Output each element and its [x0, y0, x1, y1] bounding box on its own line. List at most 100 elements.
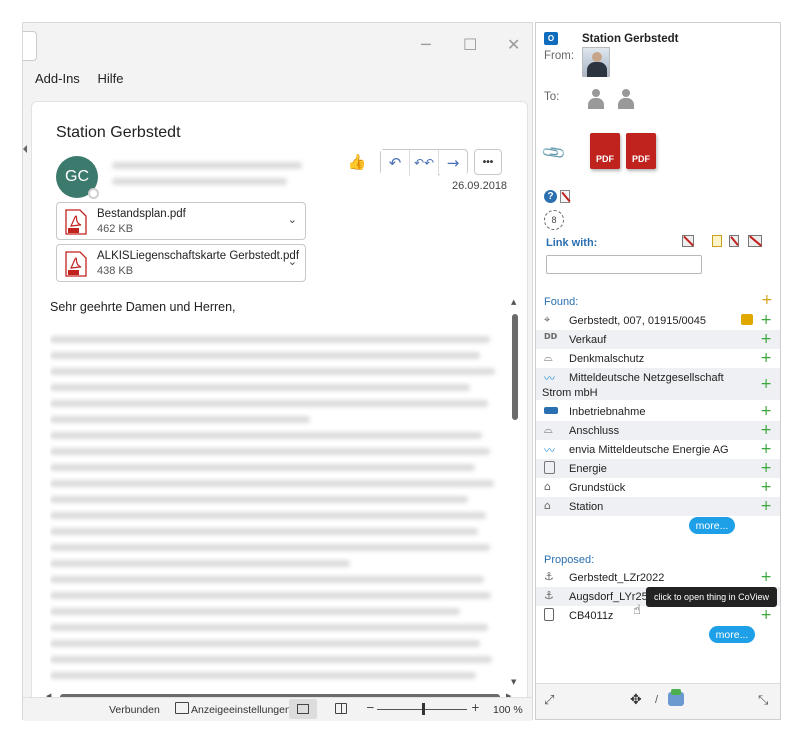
attachment-bestandsplan[interactable]: Bestandsplan.pdf 462 KB ⌄	[56, 202, 306, 240]
display-settings-button[interactable]: Anzeigeeinstellungen	[191, 704, 291, 716]
found-item-label: Mitteldeutsche Netzgesellschaft	[569, 372, 724, 384]
zoom-out-button[interactable]: −	[366, 702, 375, 714]
link-type-icon[interactable]	[682, 235, 694, 247]
add-button[interactable]: +	[760, 479, 772, 495]
search-box[interactable]	[23, 31, 37, 61]
proposed-item[interactable]: ⚓ Gerbstedt_LZr2022 +	[536, 568, 780, 587]
add-button[interactable]: +	[760, 607, 772, 623]
attachment-size: 438 KB	[97, 265, 134, 277]
move-icon[interactable]: ✥	[630, 692, 642, 708]
link-type-icon[interactable]	[748, 235, 762, 247]
coview-app-icon[interactable]	[668, 689, 684, 706]
helmet-icon: ⌓	[544, 351, 553, 364]
minimize-button[interactable]: ─	[421, 35, 431, 54]
toolbar-separator: /	[655, 694, 659, 706]
scroll-down-icon[interactable]: ▼	[511, 678, 516, 686]
collapse-icon[interactable]: ⤡	[758, 693, 768, 708]
attachment-name: Bestandsplan.pdf	[97, 208, 186, 220]
menu-add-ins[interactable]: Add-Ins	[35, 71, 80, 86]
proposed-item-label: Augsdorf_LYr25	[569, 591, 648, 603]
collapse-arrow-icon[interactable]	[23, 145, 27, 153]
found-item-label: Station	[569, 501, 604, 513]
scroll-thumb[interactable]	[512, 314, 518, 420]
found-item[interactable]: ⌓ Anschluss +	[536, 421, 780, 440]
sender-photo[interactable]	[582, 47, 610, 77]
found-item[interactable]: Inbetriebnahme +	[536, 402, 780, 421]
expand-icon[interactable]: ⤢	[544, 693, 554, 708]
status-bar: Verbunden Anzeigeeinstellungen − + 100 %	[23, 697, 532, 721]
found-item[interactable]: 〰 envia Mitteldeutsche Energie AG +	[536, 440, 780, 459]
reply-all-button[interactable]: ↶↶	[410, 150, 439, 176]
close-button[interactable]: ✕	[507, 35, 520, 54]
menu-hilfe[interactable]: Hilfe	[97, 71, 123, 86]
add-all-found-button[interactable]: +	[761, 292, 773, 308]
reply-button-group: ↶ ↶↶ →	[380, 149, 468, 176]
message-body-blurred	[50, 328, 500, 688]
tag-icon	[544, 407, 558, 414]
add-button[interactable]: +	[760, 350, 772, 366]
reply-button[interactable]: ↶	[381, 150, 410, 176]
chevron-down-icon[interactable]: ⌄	[288, 213, 297, 226]
scroll-up-icon[interactable]: ▲	[511, 298, 516, 306]
pdf-file-icon	[65, 209, 87, 235]
message-date: 26.09.2018	[452, 180, 508, 192]
found-item[interactable]: Energie +	[536, 459, 780, 478]
attachment-alkis[interactable]: ALKISLiegenschaftskarte Gerbstedt.pdf 43…	[56, 244, 306, 282]
proposed-item[interactable]: CB4011z +	[536, 606, 780, 625]
link-type-icon[interactable]	[729, 235, 739, 247]
proposed-label: Proposed:	[544, 554, 595, 566]
found-item-label: Anschluss	[569, 425, 620, 437]
more-actions-button[interactable]: •••	[474, 149, 502, 175]
lock-icon	[741, 314, 753, 325]
add-button[interactable]: +	[760, 403, 772, 419]
document-icon	[544, 461, 555, 474]
add-button[interactable]: +	[760, 460, 772, 476]
add-button[interactable]: +	[760, 422, 772, 438]
map-pin-icon: ⌖	[544, 313, 551, 326]
normal-view-button[interactable]	[289, 699, 317, 719]
forward-button[interactable]: →	[439, 150, 467, 176]
found-item[interactable]: DD Verkauf +	[536, 330, 780, 349]
found-more-button[interactable]: more...	[689, 517, 735, 534]
reading-view-icon[interactable]	[335, 703, 347, 714]
pdf-attachment-icon[interactable]: PDF	[626, 133, 656, 169]
proposed-more-button[interactable]: more...	[709, 626, 755, 643]
maximize-button[interactable]: ☐	[463, 35, 477, 54]
pdf-attachment-icon[interactable]: PDF	[590, 133, 620, 169]
sender-name-blurred	[112, 162, 302, 169]
found-item[interactable]: ⌓ Denkmalschutz +	[536, 349, 780, 368]
like-button[interactable]: 👍	[344, 149, 370, 175]
unlink-icon[interactable]	[560, 190, 571, 203]
company-icon: 〰	[544, 444, 555, 457]
add-button[interactable]: +	[760, 312, 772, 328]
found-label: Found:	[544, 296, 579, 308]
add-button[interactable]: +	[760, 498, 772, 514]
found-item[interactable]: ⌂ Station +	[536, 497, 780, 516]
scan-person-icon[interactable]: 8	[544, 210, 564, 230]
company-icon: 〰	[544, 372, 555, 385]
found-item-label: Energie	[569, 463, 607, 475]
zoom-in-button[interactable]: +	[471, 702, 480, 714]
avatar-initials: GC	[65, 168, 89, 185]
note-icon[interactable]	[712, 235, 722, 247]
to-label: To:	[544, 91, 560, 103]
help-icon[interactable]: ?	[544, 190, 557, 203]
outlook-icon: O	[544, 32, 558, 45]
found-item[interactable]: ⌖ Gerbstedt, 007, 01915/0045 +	[536, 311, 780, 330]
vertical-scrollbar[interactable]: ▲ ▼	[510, 298, 520, 690]
found-item-label: envia Mitteldeutsche Energie AG	[569, 444, 729, 456]
found-item-label-continued: Strom mbH	[542, 387, 598, 399]
link-with-input[interactable]	[546, 255, 702, 274]
add-button[interactable]: +	[760, 569, 772, 585]
pdf-label: PDF	[632, 154, 650, 164]
add-button[interactable]: +	[760, 376, 772, 392]
add-button[interactable]: +	[760, 331, 772, 347]
tooltip: click to open thing in CoView	[646, 587, 777, 607]
found-item[interactable]: ⌂ Grundstück +	[536, 478, 780, 497]
found-item[interactable]: 〰 Mitteldeutsche Netzgesellschaft Strom …	[536, 368, 780, 400]
proposed-item-label: Gerbstedt_LZr2022	[569, 572, 665, 584]
chevron-down-icon[interactable]: ⌄	[288, 255, 297, 268]
zoom-level[interactable]: 100 %	[493, 704, 523, 716]
add-button[interactable]: +	[760, 441, 772, 457]
zoom-slider-thumb[interactable]	[422, 703, 425, 715]
